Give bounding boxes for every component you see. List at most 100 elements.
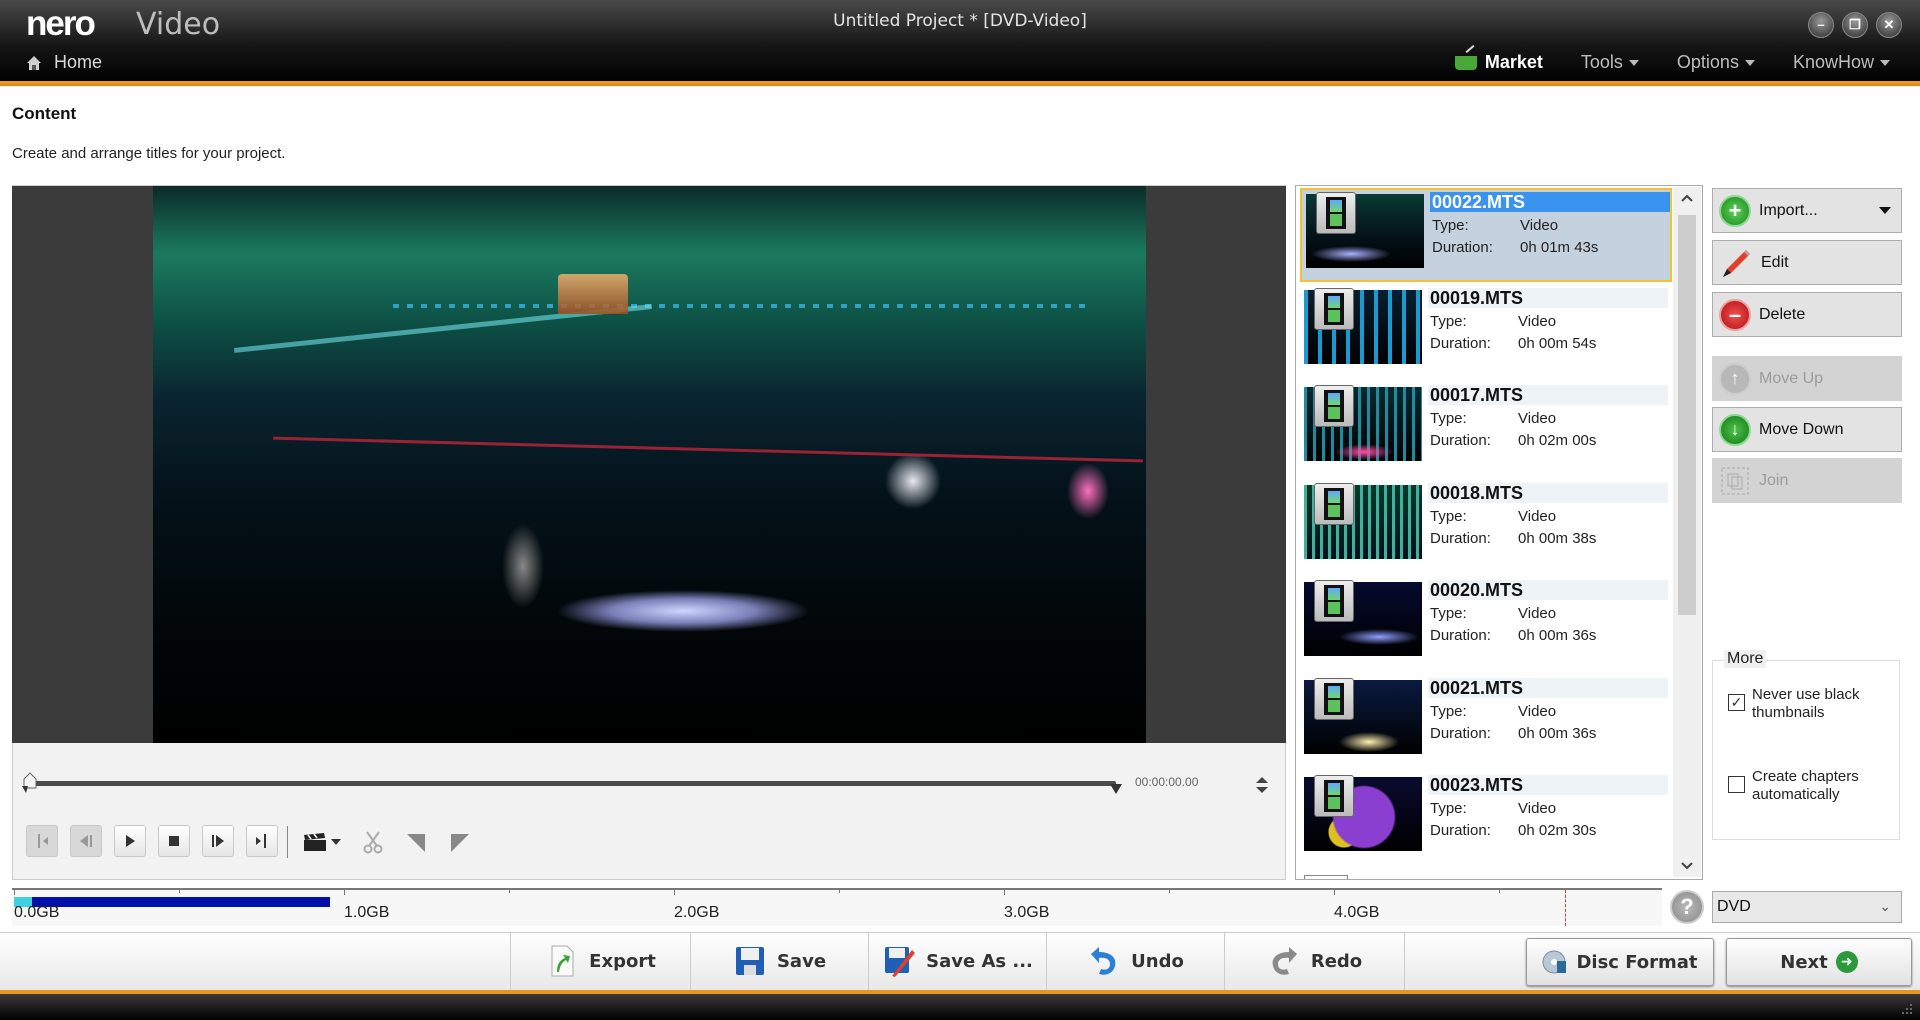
previous-frame-button[interactable]: [70, 825, 102, 857]
go-to-end-icon: [256, 834, 266, 848]
type-label: Type:: [1430, 507, 1467, 525]
capacity-minor-tick: [509, 889, 510, 893]
type-value: Video: [1520, 217, 1559, 234]
scroll-down-icon[interactable]: [1680, 861, 1694, 871]
disc-type-select[interactable]: DVD ⌄: [1712, 891, 1902, 923]
close-button[interactable]: ✕: [1876, 12, 1902, 38]
list-item[interactable]: 00022.MTS Type: Video Duration: 0h 01m 43s: [1300, 188, 1672, 282]
type-label: Type:: [1430, 605, 1467, 622]
market-label: Market: [1484, 52, 1543, 72]
video-thumbnail: [1304, 287, 1422, 364]
play-button[interactable]: [114, 825, 146, 857]
move-down-button[interactable]: ↓ Move Down: [1712, 407, 1902, 452]
scrollbar-thumb[interactable]: [1678, 215, 1696, 615]
save-button[interactable]: Save: [690, 932, 868, 990]
type-label: Type:: [1430, 312, 1467, 330]
list-item[interactable]: 00018.MTS Type: Video Duration: 0h 00m 38s: [1300, 481, 1672, 575]
basket-icon: [1454, 55, 1477, 70]
type-value: Video: [1518, 605, 1557, 622]
options-menu[interactable]: Options: [1677, 52, 1755, 73]
end-marker-icon[interactable]: [1110, 784, 1122, 794]
never-black-thumbnails-checkbox[interactable]: ✓: [1728, 694, 1745, 711]
header-accent-bar: [0, 81, 1920, 86]
stop-button[interactable]: [158, 825, 190, 857]
seek-slider[interactable]: [30, 781, 1116, 786]
pencil-icon: [1723, 249, 1750, 277]
create-chapters-label: Create chapters automatically: [1752, 768, 1859, 803]
knowhow-menu[interactable]: KnowHow: [1793, 52, 1890, 73]
resize-grip-icon[interactable]: [1900, 1002, 1914, 1016]
list-item[interactable]: 00023.MTS Type: Video Duration: 0h 02m 30s: [1300, 773, 1672, 867]
marker-out-icon[interactable]: [450, 833, 470, 853]
create-chapters-checkbox[interactable]: [1728, 776, 1745, 793]
timecode-spinner[interactable]: [1255, 775, 1269, 795]
dropdown-arrow-icon[interactable]: [1879, 207, 1891, 214]
home-icon: [27, 55, 41, 70]
duration-value: 0h 00m 36s: [1518, 627, 1597, 644]
video-thumbnail: [1304, 580, 1422, 656]
minimize-button[interactable]: –: [1808, 12, 1834, 38]
market-menu[interactable]: Market: [1454, 52, 1543, 73]
capacity-limit-marker: [1565, 890, 1566, 926]
list-item-partial[interactable]: [1300, 871, 1672, 879]
capacity-tick: [14, 889, 15, 895]
redo-button[interactable]: Redo: [1224, 932, 1404, 990]
chapter-menu-button[interactable]: [303, 830, 347, 854]
film-icon: [1314, 677, 1354, 720]
timecode-display: 00:00:00.00: [1135, 775, 1199, 789]
capacity-tick: [344, 889, 345, 895]
list-item[interactable]: 00019.MTS Type: Video Duration: 0h 00m 54s: [1300, 286, 1672, 380]
import-button[interactable]: + Import...: [1712, 188, 1902, 233]
save-as-icon: [885, 947, 916, 977]
plus-icon: +: [1719, 194, 1751, 227]
page-description: Create and arrange titles for your proje…: [12, 145, 286, 162]
restore-button[interactable]: ❐: [1842, 12, 1868, 38]
join-button[interactable]: Join: [1712, 458, 1902, 503]
film-icon: [1314, 775, 1354, 817]
tools-menu[interactable]: Tools: [1581, 52, 1639, 73]
undo-button[interactable]: Undo: [1046, 932, 1224, 990]
toolbar-divider: [1404, 932, 1405, 990]
capacity-tick: [1004, 889, 1005, 895]
delete-label: Delete: [1759, 305, 1806, 323]
next-frame-button[interactable]: [202, 825, 234, 857]
film-icon: [1316, 192, 1356, 234]
file-name: 00018.MTS: [1428, 482, 1668, 503]
marker-in-icon[interactable]: [406, 833, 426, 853]
video-frame-image: [153, 186, 1146, 743]
delete-button[interactable]: – Delete: [1712, 292, 1902, 337]
move-up-button[interactable]: ↑ Move Up: [1712, 356, 1902, 401]
list-item[interactable]: 00017.MTS Type: Video Duration: 0h 02m 00s: [1300, 383, 1672, 477]
capacity-minor-tick: [1499, 889, 1500, 893]
capacity-tick: [1334, 889, 1335, 895]
type-label: Type:: [1430, 702, 1467, 720]
go-to-end-button[interactable]: [246, 825, 278, 857]
list-item[interactable]: 00021.MTS Type: Video Duration: 0h 00m 36s: [1300, 676, 1672, 770]
scroll-up-icon[interactable]: [1680, 193, 1694, 203]
save-as-button[interactable]: Save As ...: [868, 932, 1046, 990]
export-icon: [551, 945, 574, 977]
help-icon[interactable]: ?: [1670, 890, 1704, 924]
seek-handle[interactable]: [22, 772, 38, 794]
title-list[interactable]: 00022.MTS Type: Video Duration: 0h 01m 43s 00…: [1295, 185, 1703, 880]
next-button[interactable]: Next ➜: [1726, 938, 1912, 986]
export-button[interactable]: Export: [510, 932, 690, 990]
home-link[interactable]: Home: [26, 52, 102, 73]
list-item[interactable]: 00020.MTS Type: Video Duration: 0h 00m 36s: [1300, 578, 1672, 672]
duration-label: Duration:: [1430, 822, 1491, 839]
film-icon: [1314, 287, 1354, 330]
cut-icon[interactable]: [362, 830, 384, 854]
capacity-used-fill: [16, 897, 330, 907]
save-label: Save: [776, 950, 827, 972]
edit-label: Edit: [1761, 253, 1789, 271]
go-to-start-button[interactable]: [26, 825, 58, 857]
capacity-label: 1.0GB: [344, 904, 390, 921]
list-scrollbar[interactable]: [1673, 187, 1701, 877]
floppy-disk-icon: [735, 947, 764, 975]
join-label: Join: [1759, 471, 1789, 489]
duration-value: 0h 00m 36s: [1518, 724, 1597, 742]
disc-format-button[interactable]: Disc Format: [1526, 938, 1714, 986]
file-name: 00017.MTS: [1428, 385, 1668, 405]
edit-button[interactable]: Edit: [1712, 240, 1902, 285]
move-up-label: Move Up: [1759, 369, 1824, 387]
